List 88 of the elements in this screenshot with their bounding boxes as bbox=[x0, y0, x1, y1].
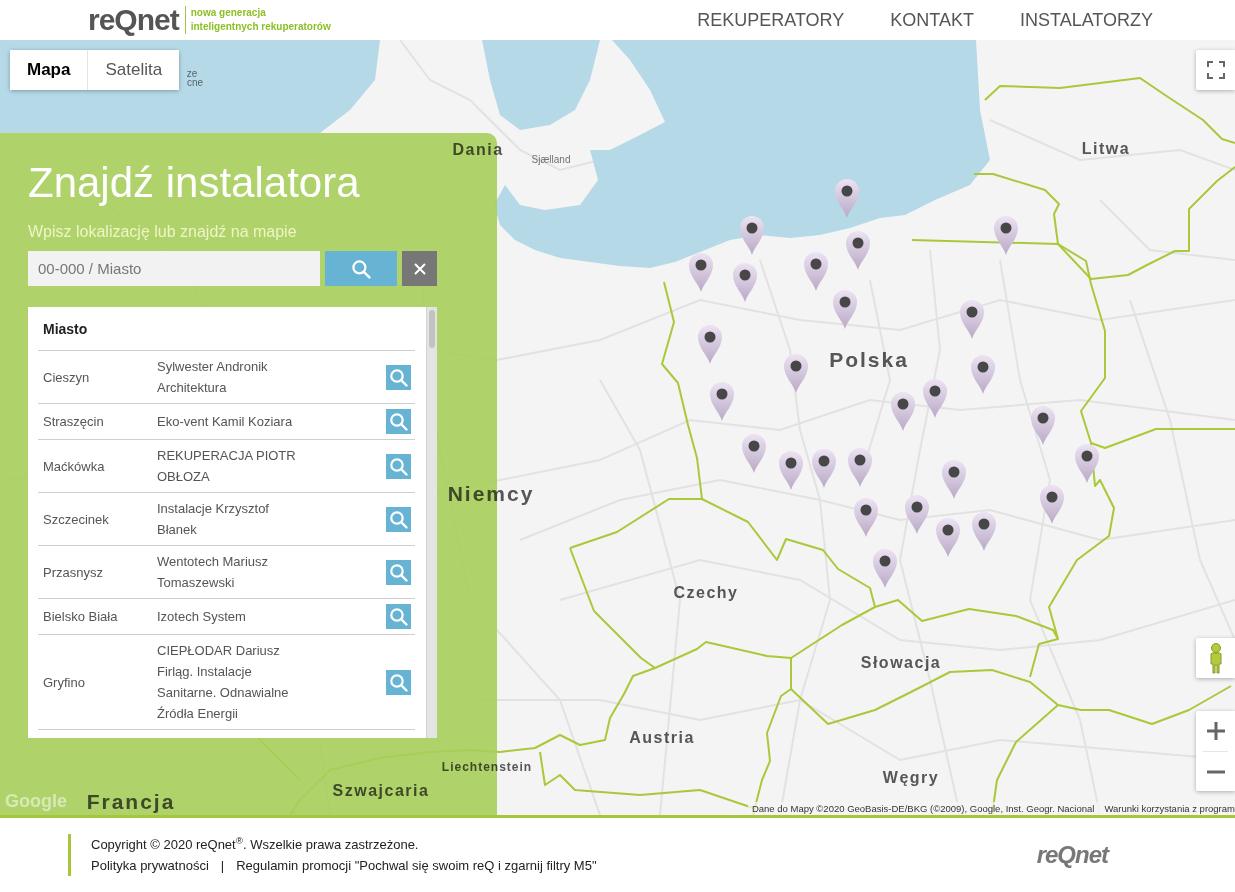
map-label: Francja bbox=[86, 789, 176, 813]
map-pin-icon[interactable] bbox=[846, 231, 870, 270]
map-pin-icon[interactable] bbox=[960, 300, 984, 339]
map-pin-icon[interactable] bbox=[740, 216, 764, 255]
map-pin-icon[interactable] bbox=[923, 379, 947, 418]
map-label: Czechy bbox=[673, 583, 739, 601]
nav-link[interactable]: INSTALATORZY bbox=[1019, 9, 1153, 31]
minus-icon bbox=[1206, 770, 1225, 774]
search-icon bbox=[389, 367, 408, 387]
fullscreen-icon bbox=[1206, 61, 1225, 79]
footer-link[interactable]: Polityka prywatności bbox=[91, 855, 209, 876]
search-icon bbox=[389, 562, 408, 582]
search-icon bbox=[389, 607, 408, 626]
map-pin-icon[interactable] bbox=[972, 512, 996, 551]
brand-tagline: nowa generacja inteligentnych rekuperatorów bbox=[184, 6, 331, 34]
footer-logo: reQnet bbox=[1036, 840, 1108, 870]
search-field[interactable]: 00-000 / Miasto bbox=[28, 251, 320, 286]
link-separator: | bbox=[220, 857, 225, 875]
map-pin-icon[interactable] bbox=[873, 549, 897, 588]
map-pin-icon[interactable] bbox=[854, 498, 878, 537]
map-pin-icon[interactable] bbox=[1075, 444, 1099, 483]
footer-link[interactable]: Regulamin promocji "Pochwal się swoim reQ i zgarnij filtry M5" bbox=[236, 855, 597, 876]
map-pin-icon[interactable] bbox=[848, 448, 872, 487]
map-pin-icon[interactable] bbox=[1031, 406, 1055, 445]
search-icon bbox=[389, 509, 408, 529]
map-label: cne bbox=[186, 76, 204, 88]
table-cell: Maćkówka bbox=[38, 439, 157, 493]
map-pin-icon[interactable] bbox=[804, 252, 828, 291]
map-label: Polska bbox=[829, 347, 909, 371]
map-pin-icon[interactable] bbox=[994, 216, 1018, 255]
table-cell: Wentotech Mariusz Tomaszewski bbox=[157, 545, 302, 599]
scrollbar[interactable] bbox=[426, 307, 437, 738]
table-cell: Straszęcin bbox=[38, 403, 157, 440]
map-pin-icon[interactable] bbox=[784, 354, 808, 393]
map-pin-icon[interactable] bbox=[905, 495, 929, 534]
map-pin-icon[interactable] bbox=[779, 451, 803, 490]
map-pin-icon[interactable] bbox=[742, 434, 766, 473]
terms-link[interactable]: Warunki korzystania z program bbox=[1104, 802, 1235, 815]
person-icon bbox=[1207, 642, 1224, 674]
search-icon bbox=[389, 412, 408, 431]
map-pin-icon[interactable] bbox=[710, 382, 734, 421]
column-header: Miasto bbox=[38, 307, 157, 351]
map-pin-icon[interactable] bbox=[891, 392, 915, 431]
brand-logo[interactable]: reQnet bbox=[88, 5, 179, 35]
map-type-tab[interactable]: Satelita bbox=[87, 50, 180, 90]
map-label: Litwa bbox=[1081, 139, 1131, 157]
copyright-text: Copyright © 2020 reQnet$^{®}$. Wszelkie prawa zastrzeżone. bbox=[91, 834, 420, 854]
map-attribution: Dane do Mapy ©2020 GeoBasis-DE/BKG (©2009), Google, Inst. Geogr. Nacional bbox=[751, 802, 1095, 815]
close-icon bbox=[412, 261, 427, 276]
plus-icon bbox=[1206, 722, 1225, 740]
map-pin-icon[interactable] bbox=[833, 290, 857, 329]
map-pin-icon[interactable] bbox=[698, 325, 722, 364]
search-icon bbox=[389, 672, 408, 692]
table-cell: Bielsko Biała bbox=[38, 598, 157, 635]
map-label: Węgry bbox=[882, 768, 940, 786]
table-cell: Instalacje Krzysztof Błanek bbox=[157, 492, 302, 546]
table-cell: Gryfino bbox=[38, 634, 157, 730]
clear-button[interactable] bbox=[402, 251, 437, 286]
map-type-tab[interactable]: Mapa bbox=[10, 50, 88, 90]
table-cell: Przasnysz bbox=[38, 545, 157, 599]
table-cell: CIEPŁODAR Dariusz Firląg. Instalacje Sanitarne. Odnawialne Źródła Energii bbox=[157, 634, 302, 730]
panel-subtitle: Wpisz lokalizację lub znajdź na mapie bbox=[28, 222, 298, 242]
map-pin-icon[interactable] bbox=[1040, 485, 1064, 524]
table-cell: Cieszyn bbox=[38, 350, 157, 404]
table-cell: Izotech System bbox=[157, 598, 302, 635]
map-label: Sjælland bbox=[531, 153, 571, 165]
google-logo: Google bbox=[5, 791, 67, 811]
table-cell: REKUPERACJA PIOTR OBŁOZA bbox=[157, 439, 302, 493]
map-pin-icon[interactable] bbox=[733, 263, 757, 302]
map-label: Austria bbox=[629, 728, 695, 746]
map-label: ze bbox=[186, 67, 198, 79]
map-pin-icon[interactable] bbox=[689, 253, 713, 292]
nav-link[interactable]: KONTAKT bbox=[890, 9, 974, 31]
nav-link[interactable]: REKUPERATORY bbox=[697, 9, 845, 31]
map-label: Słowacja bbox=[860, 653, 942, 671]
search-icon bbox=[351, 258, 371, 279]
map-pin-icon[interactable] bbox=[835, 179, 859, 218]
table-cell: Szczecinek bbox=[38, 492, 157, 546]
map-pin-icon[interactable] bbox=[812, 449, 836, 488]
fullscreen-button[interactable] bbox=[1196, 50, 1235, 90]
table-cell: Sylwester Andronik Architektura bbox=[157, 350, 302, 404]
map-pin-icon[interactable] bbox=[971, 355, 995, 394]
map-pin-icon[interactable] bbox=[942, 460, 966, 499]
map-pin-icon[interactable] bbox=[936, 518, 960, 557]
panel-title: Znajdź instalatora bbox=[28, 159, 361, 207]
map-label: Szwajcaria bbox=[332, 781, 430, 799]
table-cell: Eko-vent Kamil Koziara bbox=[157, 403, 302, 440]
search-icon bbox=[389, 456, 408, 476]
